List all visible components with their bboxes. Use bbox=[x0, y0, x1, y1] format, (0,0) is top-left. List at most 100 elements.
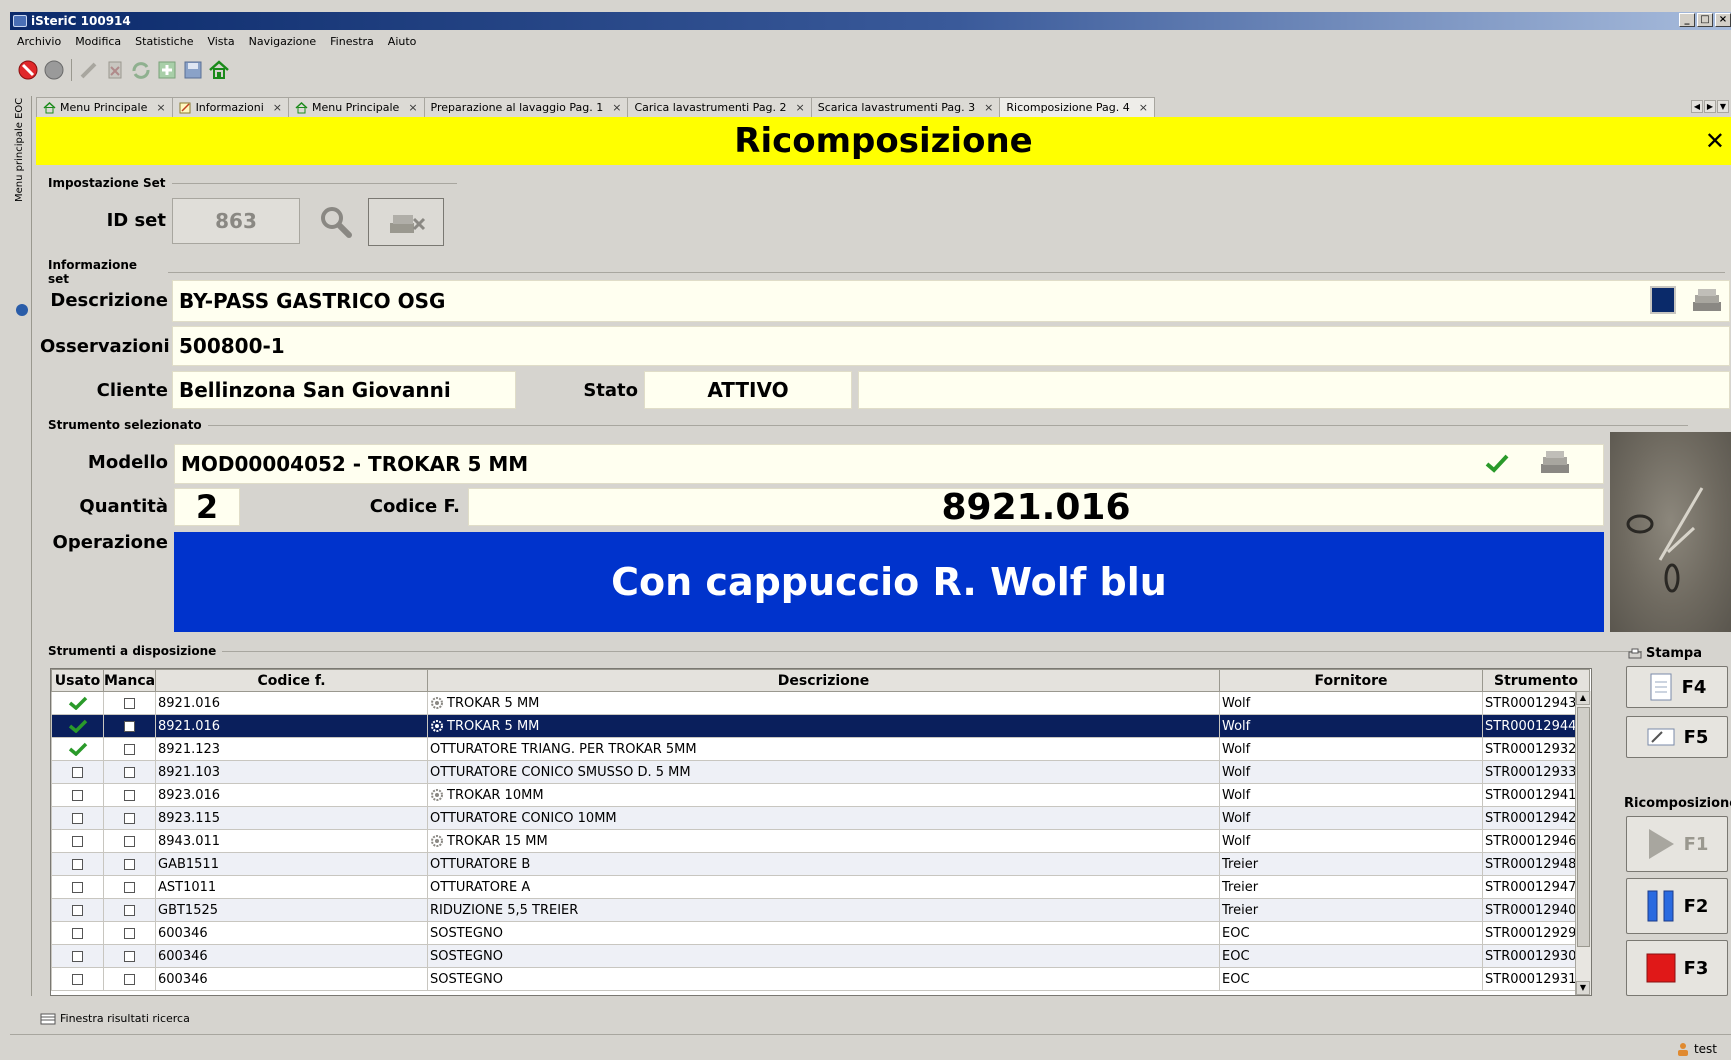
table-row[interactable]: 8943.011 TROKAR 15 MM Wolf STR00012946 bbox=[51, 829, 1590, 853]
home-button[interactable] bbox=[207, 58, 231, 82]
table-scrollbar[interactable]: ▲ ▼ bbox=[1575, 691, 1591, 995]
usato-checkbox[interactable] bbox=[72, 927, 83, 939]
tab-close-icon[interactable]: × bbox=[612, 101, 621, 114]
usato-checkbox[interactable] bbox=[72, 766, 83, 778]
manca-cell[interactable] bbox=[103, 852, 156, 876]
menu-archivio[interactable]: Archivio bbox=[10, 35, 68, 48]
menu-aiuto[interactable]: Aiuto bbox=[381, 35, 424, 48]
column-header-usato[interactable]: Usato bbox=[51, 669, 104, 692]
manca-checkbox[interactable] bbox=[124, 812, 135, 824]
menu-vista[interactable]: Vista bbox=[200, 35, 241, 48]
save-button[interactable] bbox=[181, 58, 205, 82]
usato-cell[interactable] bbox=[51, 875, 104, 899]
usato-checkbox[interactable] bbox=[72, 835, 83, 847]
tab-ricomposizione[interactable]: Ricomposizione Pag. 4 × bbox=[999, 97, 1155, 117]
manca-cell[interactable] bbox=[103, 829, 156, 853]
tab-close-icon[interactable]: × bbox=[408, 101, 417, 114]
manca-cell[interactable] bbox=[103, 691, 156, 715]
usato-cell[interactable] bbox=[51, 714, 104, 738]
delete-button[interactable] bbox=[103, 58, 127, 82]
f1-start-button[interactable]: F1 bbox=[1626, 816, 1728, 872]
table-row[interactable]: 600346 SOSTEGNO EOC STR00012929 bbox=[51, 921, 1590, 945]
usato-cell[interactable] bbox=[51, 760, 104, 784]
tab-preparazione[interactable]: Preparazione al lavaggio Pag. 1 × bbox=[423, 97, 629, 117]
column-header-fornitore[interactable]: Fornitore bbox=[1219, 669, 1483, 692]
table-row[interactable]: 8921.016 TROKAR 5 MM Wolf STR00012944 bbox=[51, 714, 1590, 738]
usato-cell[interactable] bbox=[51, 967, 104, 991]
minimize-button[interactable]: _ bbox=[1679, 13, 1695, 27]
tab-informazioni[interactable]: Informazioni × bbox=[171, 97, 289, 117]
manca-cell[interactable] bbox=[103, 967, 156, 991]
edit-button[interactable] bbox=[77, 58, 101, 82]
tab-list-button[interactable]: ▼ bbox=[1717, 100, 1729, 113]
results-window-toggle[interactable]: Finestra risultati ricerca bbox=[40, 1012, 190, 1025]
f3-stop-button[interactable]: F3 bbox=[1626, 940, 1728, 996]
usato-checkbox[interactable] bbox=[72, 812, 83, 824]
tab-menu-principale[interactable]: Menu Principale × bbox=[36, 97, 173, 117]
table-row[interactable]: 600346 SOSTEGNO EOC STR00012930 bbox=[51, 944, 1590, 968]
tab-close-icon[interactable]: × bbox=[273, 101, 282, 114]
usato-cell[interactable] bbox=[51, 737, 104, 761]
manca-checkbox[interactable] bbox=[124, 835, 135, 847]
tab-close-icon[interactable]: × bbox=[984, 101, 993, 114]
table-row[interactable]: GBT1525 RIDUZIONE 5,5 TREIER Treier STR0001… bbox=[51, 898, 1590, 922]
manca-checkbox[interactable] bbox=[124, 789, 135, 801]
close-icon[interactable]: ✕ bbox=[1705, 117, 1725, 165]
maximize-button[interactable]: □ bbox=[1697, 13, 1713, 27]
manca-checkbox[interactable] bbox=[124, 950, 135, 962]
manca-checkbox[interactable] bbox=[124, 720, 135, 732]
usato-cell[interactable] bbox=[51, 806, 104, 830]
table-row[interactable]: 8923.016 TROKAR 10MM Wolf STR00012941 bbox=[51, 783, 1590, 807]
tab-close-icon[interactable]: × bbox=[1139, 101, 1148, 114]
usato-cell[interactable] bbox=[51, 898, 104, 922]
manca-cell[interactable] bbox=[103, 760, 156, 784]
usato-checkbox[interactable] bbox=[72, 789, 83, 801]
f4-print-button[interactable]: F4 bbox=[1626, 666, 1728, 708]
id-set-input[interactable]: 863 bbox=[172, 198, 300, 244]
f5-print-button[interactable]: F5 bbox=[1626, 716, 1728, 758]
table-row[interactable]: GAB1511 OTTURATORE B Treier STR00012948 bbox=[51, 852, 1590, 876]
manca-checkbox[interactable] bbox=[124, 927, 135, 939]
manca-cell[interactable] bbox=[103, 714, 156, 738]
manca-checkbox[interactable] bbox=[124, 881, 135, 893]
menu-modifica[interactable]: Modifica bbox=[68, 35, 128, 48]
search-button[interactable] bbox=[316, 204, 356, 240]
manca-checkbox[interactable] bbox=[124, 973, 135, 985]
manca-cell[interactable] bbox=[103, 944, 156, 968]
tab-close-icon[interactable]: × bbox=[156, 101, 165, 114]
usato-checkbox[interactable] bbox=[72, 904, 83, 916]
menu-navigazione[interactable]: Navigazione bbox=[242, 35, 324, 48]
close-window-button[interactable]: × bbox=[1715, 13, 1731, 27]
column-header-strumento[interactable]: Strumento bbox=[1482, 669, 1590, 692]
usato-cell[interactable] bbox=[51, 829, 104, 853]
manca-checkbox[interactable] bbox=[124, 697, 135, 709]
usato-checkbox[interactable] bbox=[72, 973, 83, 985]
table-row[interactable]: AST1011 OTTURATORE A Treier STR00012947 bbox=[51, 875, 1590, 899]
stack-icon[interactable] bbox=[1538, 448, 1572, 478]
manca-checkbox[interactable] bbox=[124, 766, 135, 778]
tab-menu-principale-2[interactable]: Menu Principale × bbox=[287, 97, 425, 117]
stop-button[interactable] bbox=[16, 58, 40, 82]
tab-close-icon[interactable]: × bbox=[796, 101, 805, 114]
table-row[interactable]: 8921.123 OTTURATORE TRIANG. PER TROKAR 5M… bbox=[51, 737, 1590, 761]
refresh-button[interactable] bbox=[129, 58, 153, 82]
usato-checkbox[interactable] bbox=[72, 858, 83, 870]
manca-cell[interactable] bbox=[103, 898, 156, 922]
usato-cell[interactable] bbox=[51, 783, 104, 807]
column-header-codice[interactable]: Codice f. bbox=[155, 669, 428, 692]
tab-scarica[interactable]: Scarica lavastrumenti Pag. 3 × bbox=[810, 97, 1001, 117]
usato-cell[interactable] bbox=[51, 944, 104, 968]
table-row[interactable]: 600346 SOSTEGNO EOC STR00012931 bbox=[51, 967, 1590, 991]
usato-checkbox[interactable] bbox=[72, 881, 83, 893]
manca-checkbox[interactable] bbox=[124, 858, 135, 870]
manca-cell[interactable] bbox=[103, 875, 156, 899]
manca-checkbox[interactable] bbox=[124, 904, 135, 916]
table-row[interactable]: 8923.115 OTTURATORE CONICO 10MM Wolf STR000… bbox=[51, 806, 1590, 830]
menu-statistiche[interactable]: Statistiche bbox=[128, 35, 200, 48]
usato-cell[interactable] bbox=[51, 921, 104, 945]
scroll-up-button[interactable]: ▲ bbox=[1576, 691, 1590, 705]
usato-checkbox[interactable] bbox=[72, 950, 83, 962]
manca-cell[interactable] bbox=[103, 921, 156, 945]
stack-icon[interactable] bbox=[1690, 286, 1724, 316]
manca-checkbox[interactable] bbox=[124, 743, 135, 755]
